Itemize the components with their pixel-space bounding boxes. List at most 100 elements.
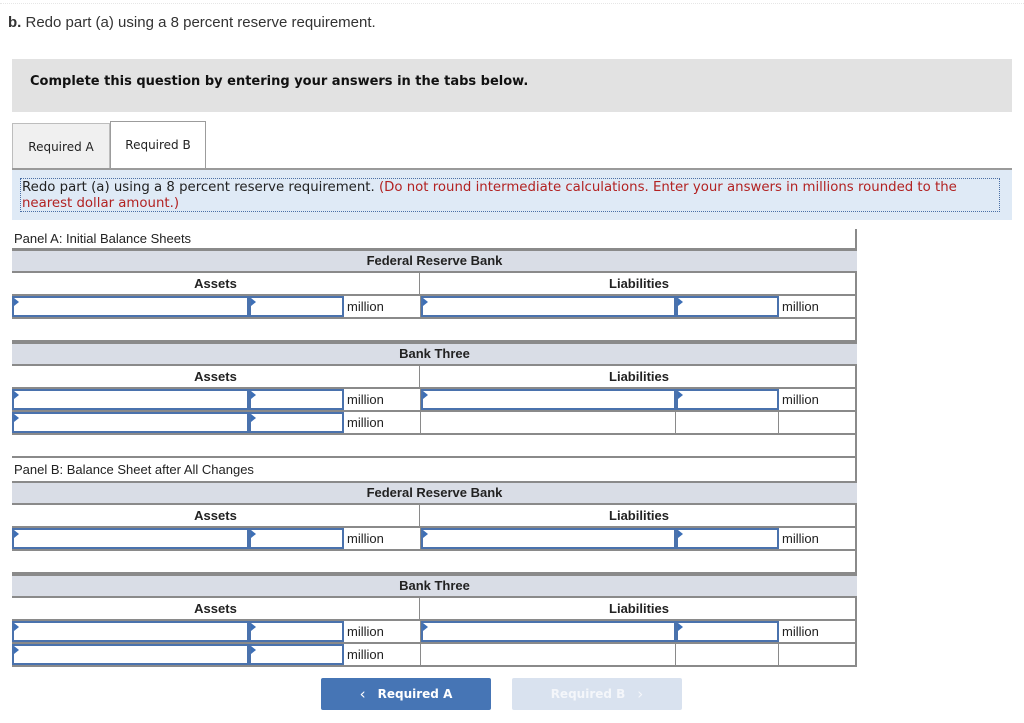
liabilities-header: Liabilities	[609, 369, 669, 384]
asset-value-input[interactable]	[249, 296, 344, 317]
unit-label: million	[782, 624, 819, 639]
question-text: b. Redo part (a) using a 8 percent reser…	[8, 14, 376, 31]
asset-value-field[interactable]	[251, 391, 342, 408]
liability-value-input[interactable]	[676, 389, 779, 410]
empty-cell	[779, 412, 857, 433]
liability-value-input[interactable]	[676, 296, 779, 317]
tab-bar: Required A Required B	[12, 121, 206, 169]
asset-value-field[interactable]	[251, 298, 342, 315]
unit-label: million	[782, 392, 819, 407]
unit-label: million	[782, 531, 819, 546]
asset-value-input[interactable]	[249, 621, 344, 642]
next-required-b-button[interactable]: Required B ›	[512, 678, 682, 710]
spacer-row	[12, 319, 857, 342]
chevron-right-icon: ›	[637, 685, 644, 703]
liability-value-field[interactable]	[678, 391, 777, 408]
instructions-banner: Complete this question by entering your …	[12, 59, 1012, 112]
liabilities-header: Liabilities	[609, 508, 669, 523]
asset-name-input[interactable]	[12, 412, 249, 433]
asset-name-field[interactable]	[14, 391, 247, 408]
unit-label: million	[782, 299, 819, 314]
unit-label: million	[344, 412, 421, 433]
bank-header-bank-three-b: Bank Three	[12, 574, 857, 598]
unit-label: million	[344, 621, 421, 642]
chevron-left-icon: ‹	[359, 685, 366, 703]
liability-value-field[interactable]	[678, 530, 777, 547]
previous-button-label: Required A	[377, 687, 453, 701]
liabilities-header: Liabilities	[609, 601, 669, 616]
question-part-label: b.	[8, 14, 22, 31]
asset-name-input[interactable]	[12, 644, 249, 665]
asset-value-input[interactable]	[249, 528, 344, 549]
tab-required-a[interactable]: Required A	[12, 123, 110, 169]
asset-value-input[interactable]	[249, 389, 344, 410]
previous-required-a-button[interactable]: ‹ Required A	[321, 678, 491, 710]
column-headers: Assets Liabilities	[12, 598, 857, 621]
liability-value-input[interactable]	[676, 528, 779, 549]
liability-name-field[interactable]	[423, 298, 674, 315]
assets-header: Assets	[12, 366, 420, 387]
asset-value-input[interactable]	[249, 412, 344, 433]
asset-value-field[interactable]	[251, 646, 342, 663]
empty-cell	[421, 412, 676, 433]
unit-label: million	[344, 296, 421, 317]
liability-name-field[interactable]	[423, 530, 674, 547]
asset-name-field[interactable]	[14, 646, 247, 663]
next-button-label: Required B	[550, 687, 626, 701]
column-headers: Assets Liabilities	[12, 505, 857, 528]
tab-required-b[interactable]: Required B	[110, 121, 206, 169]
table-row: million	[12, 412, 857, 435]
table-row: million	[12, 644, 857, 667]
bank-header-bank-three-a: Bank Three	[12, 342, 857, 366]
panel-b-label: Panel B: Balance Sheet after All Changes	[14, 462, 254, 477]
asset-value-input[interactable]	[249, 644, 344, 665]
empty-cell	[421, 644, 676, 665]
table-row: million million	[12, 528, 857, 551]
liability-value-input[interactable]	[676, 621, 779, 642]
liability-name-input[interactable]	[421, 528, 676, 549]
asset-name-field[interactable]	[14, 530, 247, 547]
assets-header: Assets	[12, 505, 420, 526]
unit-label: million	[344, 528, 421, 549]
spacer-row	[12, 551, 857, 574]
liability-name-field[interactable]	[423, 391, 674, 408]
liability-name-field[interactable]	[423, 623, 674, 640]
empty-cell	[779, 644, 857, 665]
asset-name-field[interactable]	[14, 414, 247, 431]
asset-name-field[interactable]	[14, 623, 247, 640]
previous-content-edge	[0, 0, 1024, 4]
liability-value-field[interactable]	[678, 298, 777, 315]
asset-value-field[interactable]	[251, 414, 342, 431]
empty-cell	[676, 644, 779, 665]
bank-header-fed-a: Federal Reserve Bank	[12, 249, 857, 273]
instructions-box: Redo part (a) using a 8 percent reserve …	[12, 170, 1012, 220]
assets-header: Assets	[12, 598, 420, 619]
asset-name-input[interactable]	[12, 621, 249, 642]
liability-name-input[interactable]	[421, 296, 676, 317]
asset-name-field[interactable]	[14, 298, 247, 315]
liability-value-field[interactable]	[678, 623, 777, 640]
asset-name-input[interactable]	[12, 528, 249, 549]
liability-name-input[interactable]	[421, 621, 676, 642]
spacer-row	[12, 435, 857, 458]
liabilities-header: Liabilities	[609, 276, 669, 291]
column-headers: Assets Liabilities	[12, 273, 857, 296]
question-body: Redo part (a) using a 8 percent reserve …	[21, 14, 376, 31]
instructions-main: Redo part (a) using a 8 percent reserve …	[22, 180, 379, 195]
asset-value-field[interactable]	[251, 530, 342, 547]
liability-name-input[interactable]	[421, 389, 676, 410]
assets-header: Assets	[12, 273, 420, 294]
asset-name-input[interactable]	[12, 389, 249, 410]
unit-label: million	[344, 389, 421, 410]
asset-value-field[interactable]	[251, 623, 342, 640]
column-headers: Assets Liabilities	[12, 366, 857, 389]
table-row: million million	[12, 296, 857, 319]
instructions-text: Redo part (a) using a 8 percent reserve …	[20, 178, 1000, 212]
panel-a-label: Panel A: Initial Balance Sheets	[14, 231, 192, 246]
unit-label: million	[344, 644, 421, 665]
table-row: million million	[12, 389, 857, 412]
empty-cell	[676, 412, 779, 433]
bank-header-fed-b: Federal Reserve Bank	[12, 481, 857, 505]
table-row: million million	[12, 621, 857, 644]
asset-name-input[interactable]	[12, 296, 249, 317]
